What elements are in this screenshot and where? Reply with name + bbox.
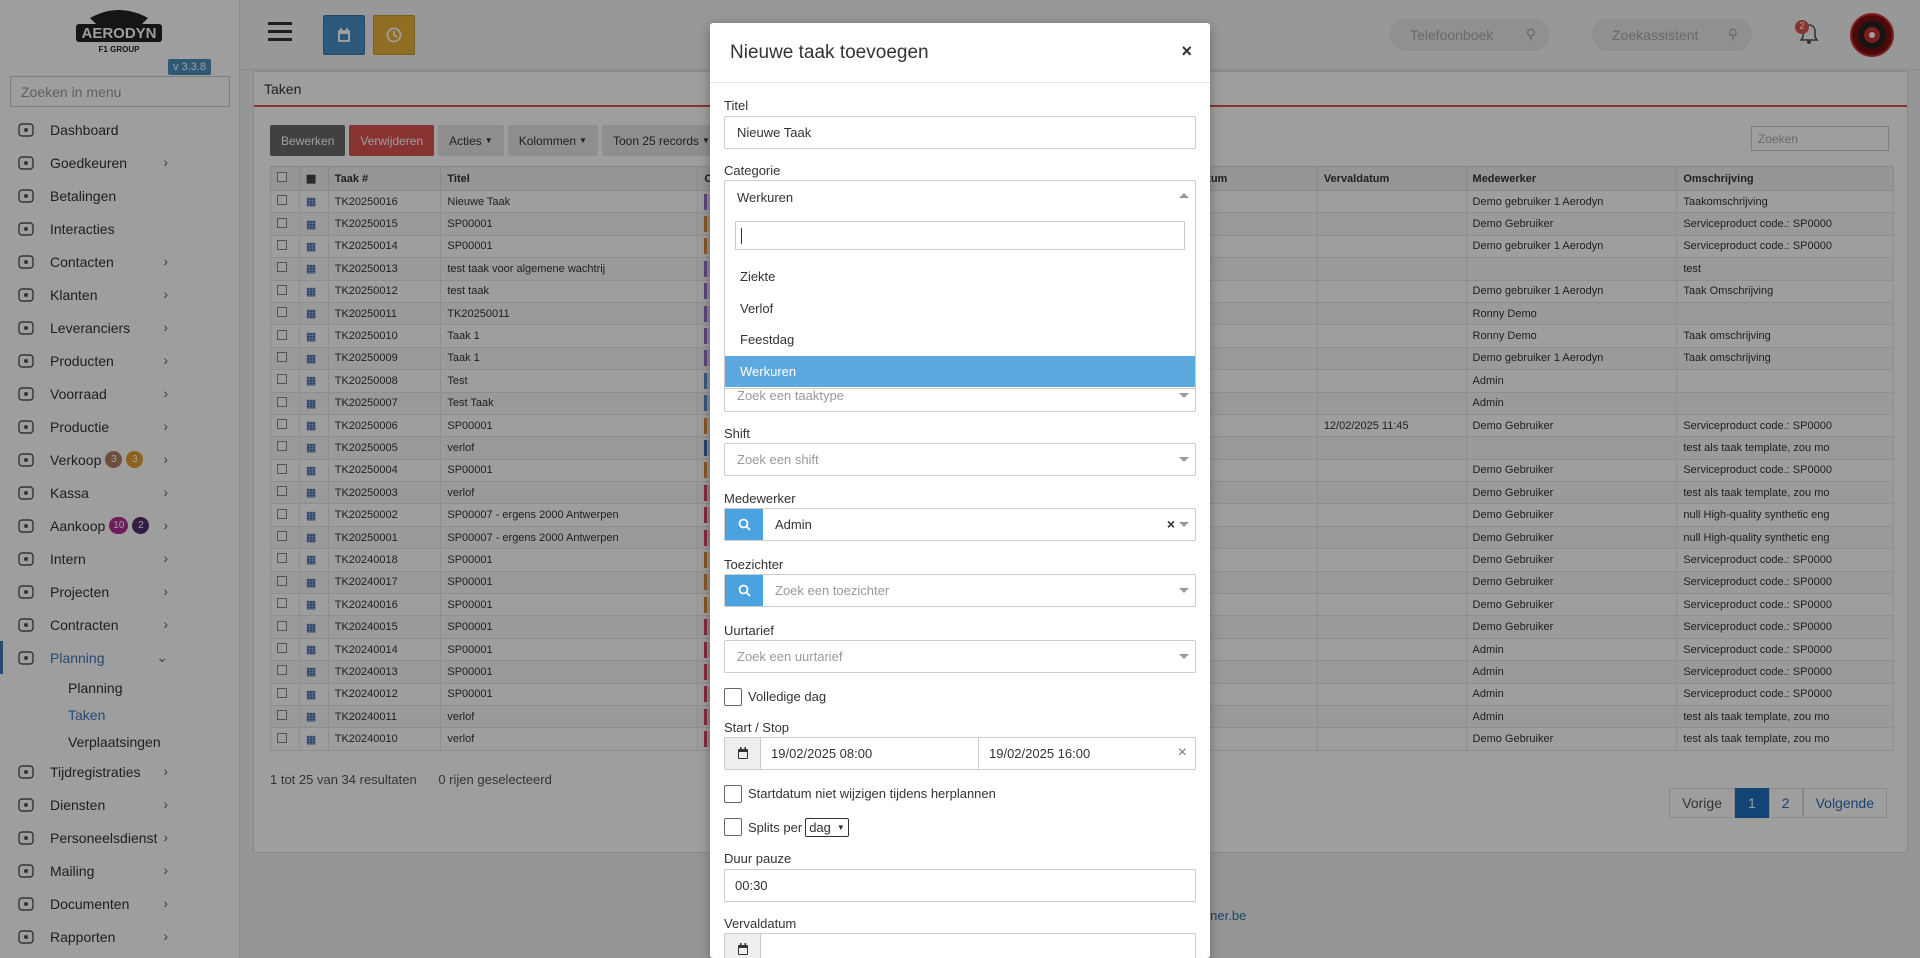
search-icon <box>738 584 751 597</box>
splits-value: dag <box>809 820 831 835</box>
medewerker-search-button[interactable] <box>725 509 763 540</box>
caret-down-icon <box>1179 457 1189 462</box>
clear-icon[interactable]: × <box>1178 744 1187 762</box>
duur-pauze-input[interactable]: 00:30 <box>724 869 1196 902</box>
toezichter-placeholder: Zoek een toezichter <box>775 583 890 598</box>
dropdown-search-input[interactable] <box>735 221 1185 250</box>
uurtarief-label: Uurtarief <box>724 623 774 638</box>
new-task-modal: Nieuwe taak toevoegen × Titel Nieuwe Taa… <box>710 23 1210 958</box>
start-value: 19/02/2025 08:00 <box>771 746 873 761</box>
titel-value: Nieuwe Taak <box>737 125 812 140</box>
volledige-dag-label: Volledige dag <box>748 689 827 704</box>
taaktype-placeholder: Zoek een taaktype <box>737 388 844 403</box>
shift-select[interactable]: Zoek een shift <box>724 443 1196 476</box>
toezichter-select[interactable]: Zoek een toezichter <box>724 574 1196 607</box>
dropdown-option-feestdag[interactable]: Feestdag <box>725 324 1195 355</box>
splits-row: Splits per dag ▼ <box>748 818 849 837</box>
splits-label: Splits per <box>748 820 803 835</box>
search-icon <box>738 518 751 531</box>
startdatum-niet-wijzigen-label: Startdatum niet wijzigen tijdens herplan… <box>748 786 996 801</box>
shift-label: Shift <box>724 426 751 441</box>
close-icon[interactable]: × <box>1181 41 1192 62</box>
modal-title: Nieuwe taak toevoegen <box>710 23 1210 83</box>
caret-down-icon <box>1179 654 1189 659</box>
dropdown-option-werkuren[interactable]: Werkuren <box>725 355 1195 387</box>
caret-down-icon <box>1179 588 1189 593</box>
categorie-select[interactable]: Werkuren <box>724 180 1196 213</box>
stop-date-input[interactable]: 19/02/2025 16:00 × <box>979 738 1195 769</box>
uurtarief-select[interactable]: Zoek een uurtarief <box>724 640 1196 673</box>
dropdown-option-ziekte[interactable]: Ziekte <box>725 261 1195 292</box>
caret-down-icon <box>1179 522 1189 527</box>
startstop-range: 19/02/2025 08:00 19/02/2025 16:00 × <box>724 737 1196 770</box>
shift-placeholder: Zoek een shift <box>737 452 819 467</box>
titel-label: Titel <box>724 98 749 113</box>
caret-down-icon: ▼ <box>836 823 845 832</box>
medewerker-value: Admin <box>775 517 812 532</box>
splits-checkbox[interactable] <box>724 818 742 836</box>
vervaldatum-label: Vervaldatum <box>724 916 797 931</box>
volledige-dag-checkbox[interactable] <box>724 688 742 706</box>
toezichter-label: Toezichter <box>724 557 784 572</box>
categorie-label: Categorie <box>724 163 781 178</box>
startdatum-niet-wijzigen-checkbox[interactable] <box>724 785 742 803</box>
titel-input[interactable]: Nieuwe Taak <box>724 116 1196 149</box>
vervaldatum-input[interactable] <box>724 933 1196 958</box>
startstop-label: Start / Stop <box>724 720 790 735</box>
categorie-value: Werkuren <box>737 189 794 205</box>
calendar-icon[interactable] <box>725 934 761 958</box>
duur-pauze-value: 00:30 <box>735 878 768 893</box>
start-date-input[interactable]: 19/02/2025 08:00 <box>761 738 979 769</box>
uurtarief-placeholder: Zoek een uurtarief <box>737 649 843 664</box>
medewerker-label: Medewerker <box>724 491 796 506</box>
stop-value: 19/02/2025 16:00 <box>989 746 1091 761</box>
dropdown-option-verlof[interactable]: Verlof <box>725 293 1195 324</box>
medewerker-select[interactable]: Admin × <box>724 508 1196 541</box>
caret-down-icon <box>1179 393 1189 398</box>
splits-select[interactable]: dag ▼ <box>805 818 849 837</box>
calendar-icon[interactable] <box>725 738 761 769</box>
duur-pauze-label: Duur pauze <box>724 851 792 866</box>
caret-up-icon <box>1179 193 1189 198</box>
clear-icon[interactable]: × <box>1167 516 1175 532</box>
toezichter-search-button[interactable] <box>725 575 763 606</box>
categorie-dropdown: Ziekte Verlof Feestdag Werkuren <box>724 211 1196 389</box>
